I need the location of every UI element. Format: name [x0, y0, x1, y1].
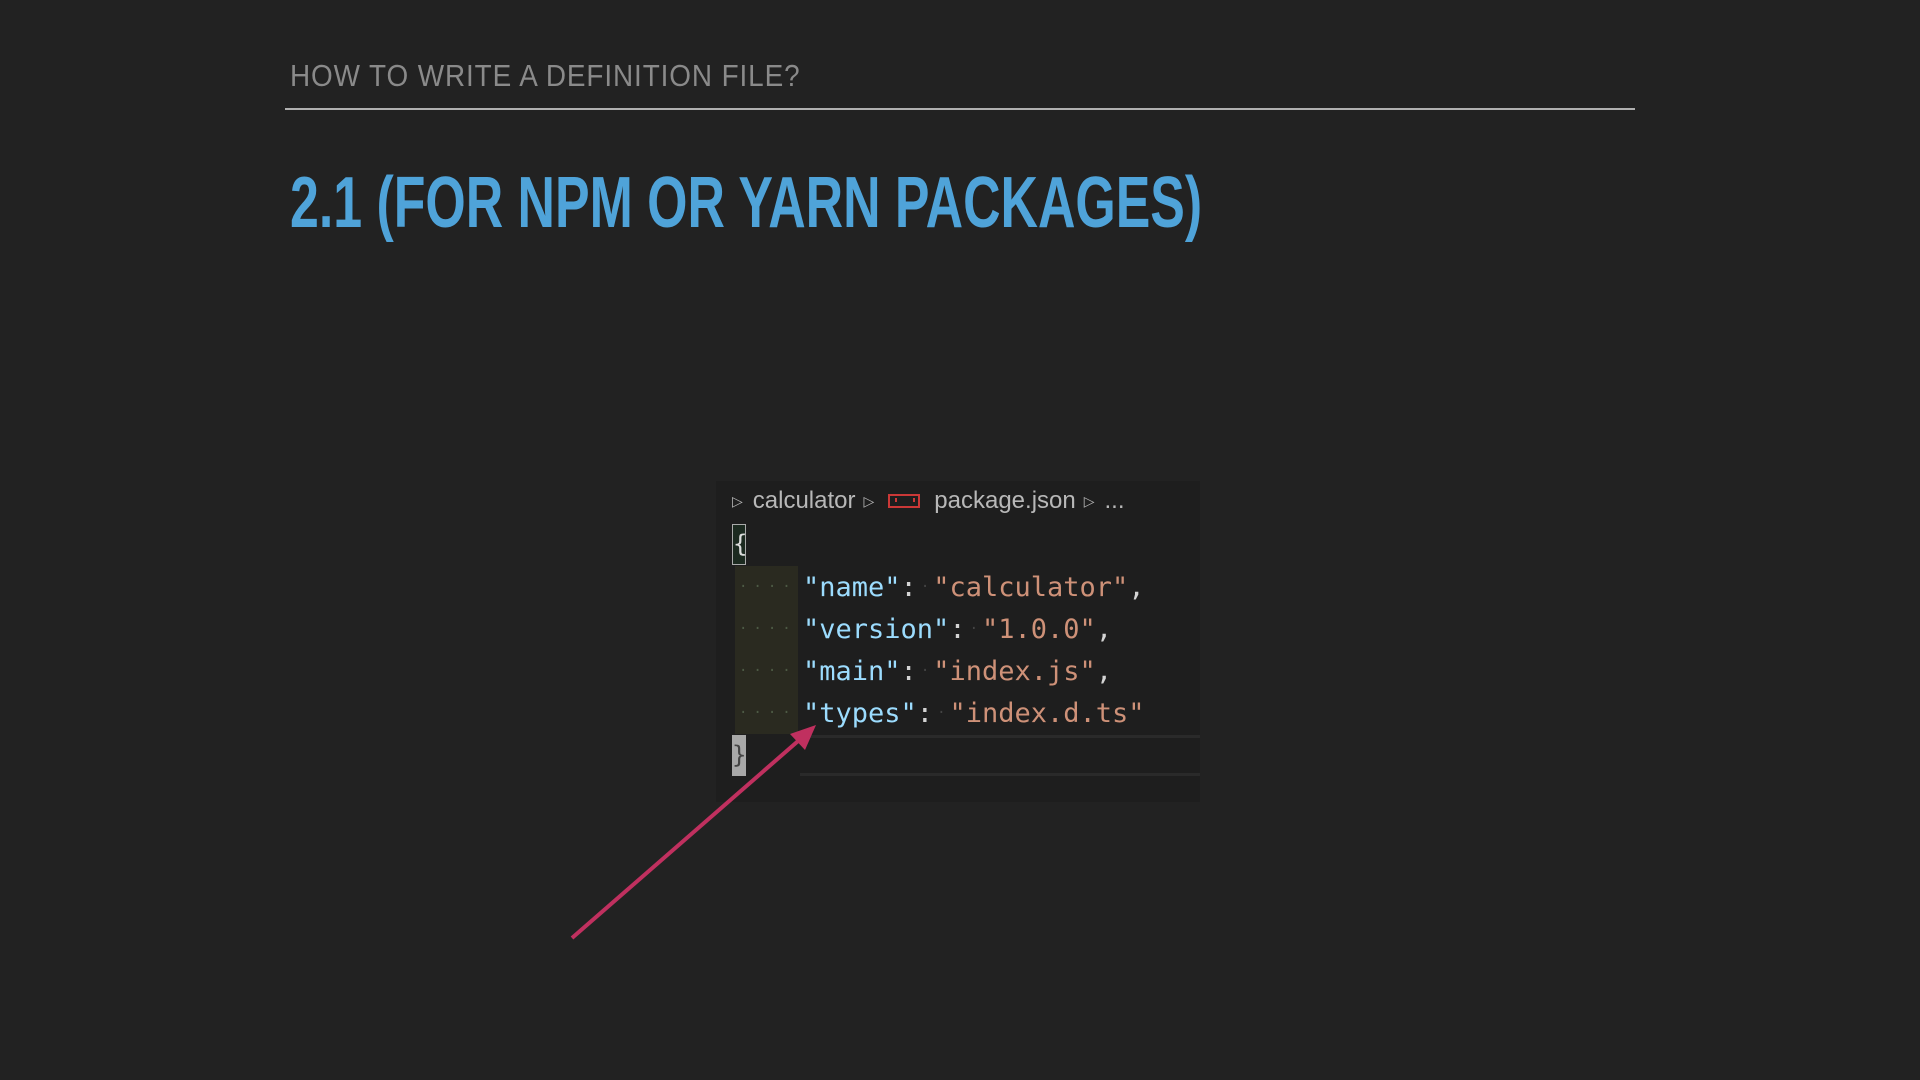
- pointer-arrow-icon: [570, 725, 816, 940]
